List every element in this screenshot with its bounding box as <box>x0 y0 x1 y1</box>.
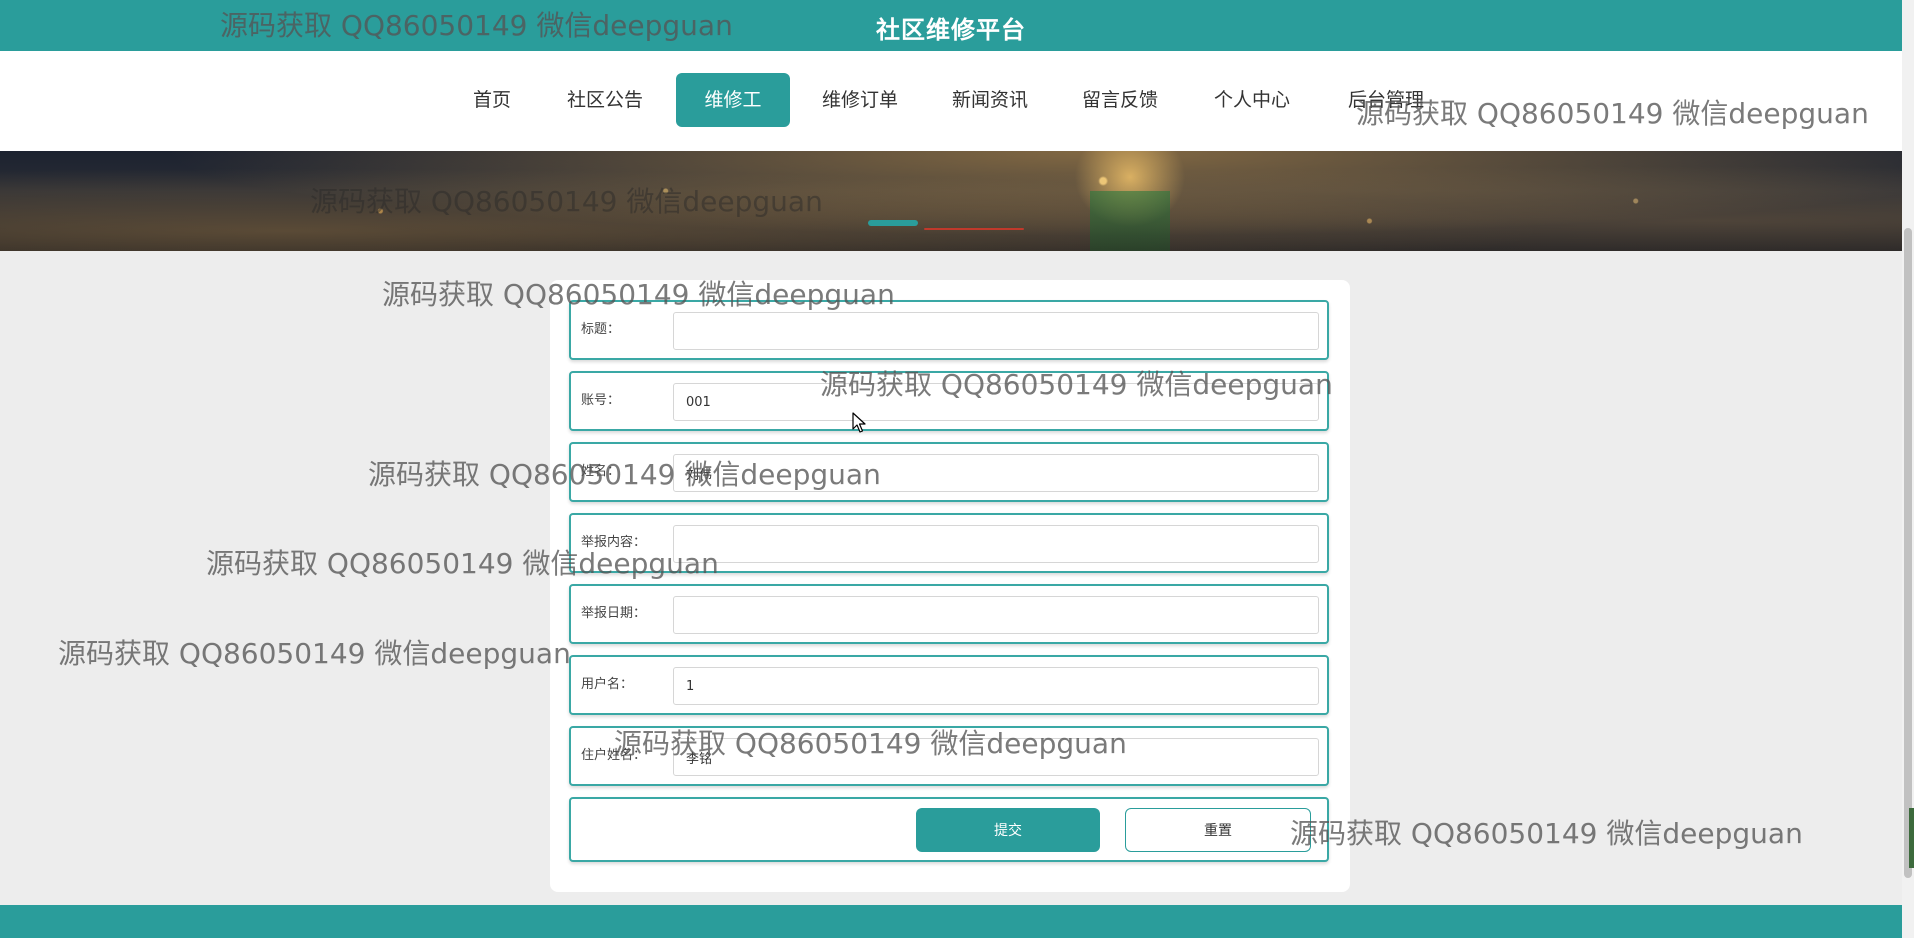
form-row-account: 账号： <box>569 371 1329 431</box>
nav-item-admin[interactable]: 后台管理 <box>1336 73 1436 127</box>
account-input[interactable] <box>673 383 1319 421</box>
mouse-pointer-icon <box>852 412 866 433</box>
site-title: 社区维修平台 <box>876 16 1026 44</box>
username-label: 用户名： <box>581 677 634 692</box>
form-row-title: 标题： <box>569 300 1329 360</box>
form-actions: 提交 重置 <box>569 797 1329 862</box>
nav-item-home[interactable]: 首页 <box>459 73 525 127</box>
account-label: 账号： <box>581 393 621 408</box>
report-content-label: 举报内容： <box>581 535 647 550</box>
report-date-label: 举报日期： <box>581 606 647 621</box>
hero-banner-image <box>0 151 1902 251</box>
form-row-username: 用户名： <box>569 655 1329 715</box>
main-nav: 首页 社区公告 维修工 维修订单 新闻资讯 留言反馈 个人中心 后台管理 <box>0 51 1902 151</box>
resident-name-label: 住户姓名： <box>581 748 647 763</box>
scrollbar-thumb[interactable] <box>1904 228 1912 878</box>
vertical-scrollbar[interactable] <box>1902 0 1914 938</box>
name-label: 姓名： <box>581 464 621 479</box>
city-lights <box>0 151 1902 251</box>
form-row-report-content: 举报内容： <box>569 513 1329 573</box>
carousel-indicator-active[interactable] <box>868 220 918 226</box>
carousel-indicator[interactable] <box>924 228 1024 230</box>
reset-button[interactable]: 重置 <box>1125 808 1311 852</box>
title-input[interactable] <box>673 312 1319 350</box>
nav-item-profile[interactable]: 个人中心 <box>1202 73 1302 127</box>
resident-name-input[interactable] <box>673 738 1319 776</box>
nav-item-announcements[interactable]: 社区公告 <box>555 73 655 127</box>
top-header-bar: 社区维修平台 <box>0 0 1902 51</box>
form-row-report-date: 举报日期： <box>569 584 1329 644</box>
page-footer <box>0 905 1902 938</box>
report-date-input[interactable] <box>673 596 1319 634</box>
scrollbar-edge-marker <box>1909 808 1914 868</box>
nav-item-repair-orders[interactable]: 维修订单 <box>810 73 910 127</box>
watermark: 源码获取 QQ86050149 微信deepguan <box>58 637 571 670</box>
watermark: 源码获取 QQ86050149 微信deepguan <box>1290 817 1803 850</box>
nav-item-repairmen[interactable]: 维修工 <box>676 73 790 127</box>
form-row-resident-name: 住户姓名： <box>569 726 1329 786</box>
title-label: 标题： <box>581 322 621 337</box>
username-input[interactable] <box>673 667 1319 705</box>
name-input[interactable] <box>673 454 1319 492</box>
submit-button[interactable]: 提交 <box>916 808 1100 852</box>
form-row-name: 姓名： <box>569 442 1329 502</box>
report-content-input[interactable] <box>673 525 1319 563</box>
park-field <box>1090 191 1170 251</box>
nav-item-feedback[interactable]: 留言反馈 <box>1070 73 1170 127</box>
nav-item-news[interactable]: 新闻资讯 <box>940 73 1040 127</box>
